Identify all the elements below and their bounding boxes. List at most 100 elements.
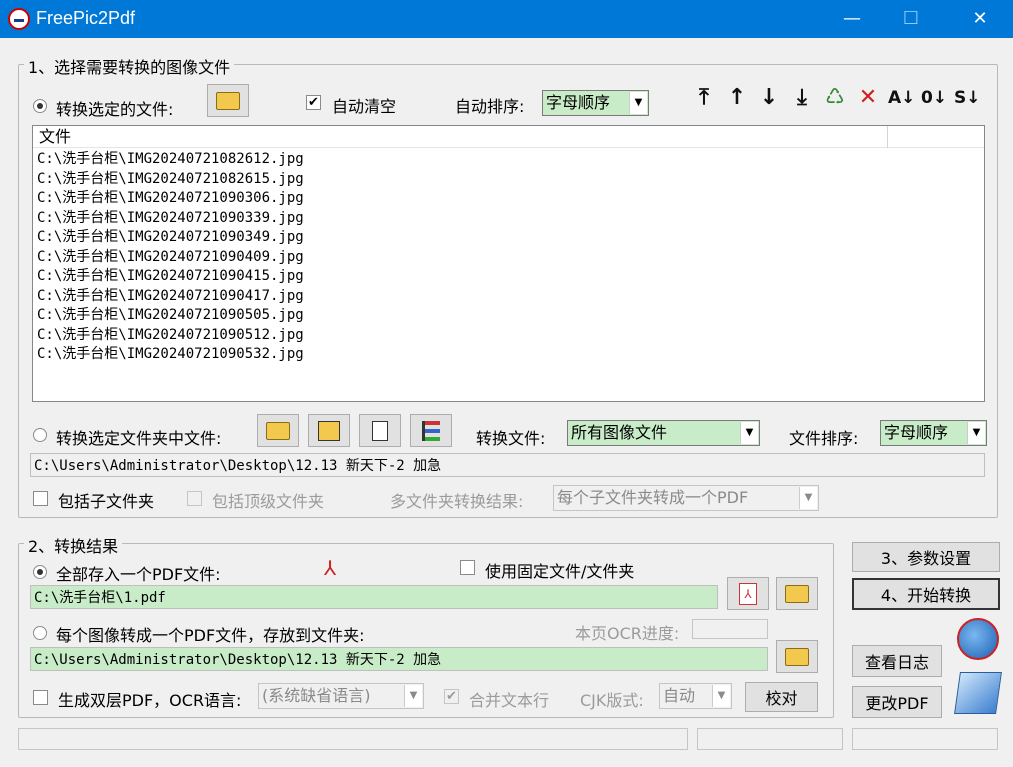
open-files-button[interactable] xyxy=(207,84,249,117)
title-bar: FreePic2Pdf — ☐ ✕ xyxy=(0,0,1013,38)
radio-single-pdf[interactable] xyxy=(33,565,47,579)
single-pdf-path-field[interactable]: C:\洗手台柜\1.pdf xyxy=(30,585,718,609)
column-header-extra[interactable] xyxy=(888,126,984,148)
folder-properties-icon xyxy=(318,420,340,441)
ocr-progress-label: 本页OCR进度: xyxy=(575,624,680,643)
file-sort-select[interactable]: 字母顺序 ▼ xyxy=(880,420,987,446)
proofread-button[interactable]: 校对 xyxy=(745,682,818,712)
each-pdf-path-field[interactable]: C:\Users\Administrator\Desktop\12.13 新天下… xyxy=(30,647,768,671)
browse-single-button[interactable] xyxy=(776,577,818,610)
app-logo-icon xyxy=(8,8,30,30)
chevron-down-icon: ▼ xyxy=(629,92,647,114)
list-item[interactable]: C:\洗手台柜\IMG20240721090339.jpg xyxy=(33,209,984,229)
list-item[interactable]: C:\洗手台柜\IMG20240721082612.jpg xyxy=(33,150,984,170)
status-segment-3 xyxy=(852,728,998,750)
list-item[interactable]: C:\洗手台柜\IMG20240721090505.jpg xyxy=(33,306,984,326)
cjk-label: CJK版式: xyxy=(580,691,644,710)
status-segment-2 xyxy=(697,728,843,750)
radio-convert-folder[interactable] xyxy=(33,428,47,442)
auto-clear-checkbox[interactable]: ✔ xyxy=(306,95,321,110)
multi-result-select[interactable]: 每个子文件夹转成一个PDF ▼ xyxy=(553,485,819,511)
file-list-header: 文件 xyxy=(33,126,984,148)
include-top-checkbox[interactable] xyxy=(187,491,202,506)
browse-each-button[interactable] xyxy=(776,640,818,673)
file-list-button[interactable] xyxy=(359,414,401,447)
window-title: FreePic2Pdf xyxy=(36,8,136,28)
close-button[interactable]: ✕ xyxy=(957,0,1003,38)
include-subfolders-label: 包括子文件夹 xyxy=(58,492,155,511)
minimize-button[interactable]: — xyxy=(829,0,875,38)
globe-logo-icon[interactable] xyxy=(957,618,999,660)
move-bottom-icon[interactable]: ⤓ xyxy=(790,86,814,110)
ocr-language-select[interactable]: (系统缺省语言) ▼ xyxy=(258,683,424,709)
sort-az-icon[interactable]: A↓ xyxy=(888,86,915,110)
chevron-down-icon: ▼ xyxy=(740,422,758,444)
open-folder-icon xyxy=(216,91,240,110)
section1-title: 1、选择需要转换的图像文件 xyxy=(24,54,235,78)
auto-sort-value: 字母顺序 xyxy=(546,93,611,112)
pdf-icon: ⅄ xyxy=(739,582,757,605)
radio-each-pdf-label: 每个图像转成一个PDF文件，存放到文件夹: xyxy=(56,626,365,645)
auto-sort-label: 自动排序: xyxy=(455,97,525,116)
convert-files-value: 所有图像文件 xyxy=(571,423,668,442)
chevron-down-icon: ▼ xyxy=(404,685,422,707)
move-top-icon[interactable]: ⤒ xyxy=(692,86,716,110)
radio-each-pdf[interactable] xyxy=(33,626,47,640)
recycle-bin-icon[interactable]: ♺ xyxy=(823,86,847,110)
column-header-file[interactable]: 文件 xyxy=(33,126,888,148)
list-item[interactable]: C:\洗手台柜\IMG20240721090415.jpg xyxy=(33,267,984,287)
document-icon xyxy=(372,420,388,441)
list-item[interactable]: C:\洗手台柜\IMG20240721090512.jpg xyxy=(33,326,984,346)
list-item[interactable]: C:\洗手台柜\IMG20240721090409.jpg xyxy=(33,248,984,268)
use-fixed-checkbox[interactable] xyxy=(460,560,475,575)
folder-tree-button[interactable] xyxy=(410,414,452,447)
multi-result-value: 每个子文件夹转成一个PDF xyxy=(557,488,749,507)
file-sort-value: 字母顺序 xyxy=(884,423,949,442)
maximize-button[interactable]: ☐ xyxy=(888,0,934,38)
open-folder-icon xyxy=(785,584,809,603)
use-fixed-label: 使用固定文件/文件夹 xyxy=(485,562,635,581)
file-rows: C:\洗手台柜\IMG20240721082612.jpg C:\洗手台柜\IMG… xyxy=(33,150,984,365)
section2-title: 2、转换结果 xyxy=(24,533,123,557)
include-subfolders-checkbox[interactable] xyxy=(33,491,48,506)
params-button[interactable]: 3、参数设置 xyxy=(852,542,1000,572)
open-folder-icon xyxy=(266,421,290,440)
radio-convert-folder-label: 转换选定文件夹中文件: xyxy=(56,429,222,448)
edit-pdf-button[interactable]: 更改PDF xyxy=(852,686,942,718)
dual-layer-label: 生成双层PDF，OCR语言: xyxy=(58,691,242,710)
include-top-label: 包括顶级文件夹 xyxy=(212,492,325,511)
list-item[interactable]: C:\洗手台柜\IMG20240721090306.jpg xyxy=(33,189,984,209)
delete-icon[interactable]: ✕ xyxy=(856,86,880,110)
list-item[interactable]: C:\洗手台柜\IMG20240721090349.jpg xyxy=(33,228,984,248)
view-log-button[interactable]: 查看日志 xyxy=(852,645,942,677)
cjk-select[interactable]: 自动 ▼ xyxy=(659,683,732,709)
folder-properties-button[interactable] xyxy=(308,414,350,447)
status-segment-1 xyxy=(18,728,688,750)
radio-convert-files[interactable] xyxy=(33,99,47,113)
merge-lines-label: 合并文本行 xyxy=(469,691,550,710)
auto-sort-select[interactable]: 字母顺序 ▼ xyxy=(542,90,649,116)
tree-icon xyxy=(422,420,440,441)
chevron-down-icon: ▼ xyxy=(967,422,985,444)
ocr-progress-bar xyxy=(692,619,768,639)
sort-09-icon[interactable]: 0↓ xyxy=(921,86,947,110)
start-convert-button[interactable]: 4、开始转换 xyxy=(852,578,1000,610)
dual-layer-checkbox[interactable] xyxy=(33,690,48,705)
multi-result-label: 多文件夹转换结果: xyxy=(390,492,524,511)
chevron-down-icon: ▼ xyxy=(799,487,817,509)
merge-lines-checkbox[interactable]: ✔ xyxy=(444,689,459,704)
folder-path-field[interactable]: C:\Users\Administrator\Desktop\12.13 新天下… xyxy=(30,453,985,477)
file-list[interactable]: 文件 C:\洗手台柜\IMG20240721082612.jpg C:\洗手台柜\… xyxy=(32,125,985,402)
move-down-icon[interactable]: ↓ xyxy=(757,86,781,110)
list-item[interactable]: C:\洗手台柜\IMG20240721090532.jpg xyxy=(33,345,984,365)
cjk-value: 自动 xyxy=(663,686,696,705)
sort-s-icon[interactable]: S↓ xyxy=(954,86,981,110)
list-item[interactable]: C:\洗手台柜\IMG20240721082615.jpg xyxy=(33,170,984,190)
edit-pdf-logo-icon[interactable] xyxy=(954,672,1002,714)
file-sort-label: 文件排序: xyxy=(789,429,859,448)
move-up-icon[interactable]: ↑ xyxy=(725,86,749,110)
pdf-file-button[interactable]: ⅄ xyxy=(727,577,769,610)
convert-files-select[interactable]: 所有图像文件 ▼ xyxy=(567,420,760,446)
list-item[interactable]: C:\洗手台柜\IMG20240721090417.jpg xyxy=(33,287,984,307)
open-folder-button[interactable] xyxy=(257,414,299,447)
